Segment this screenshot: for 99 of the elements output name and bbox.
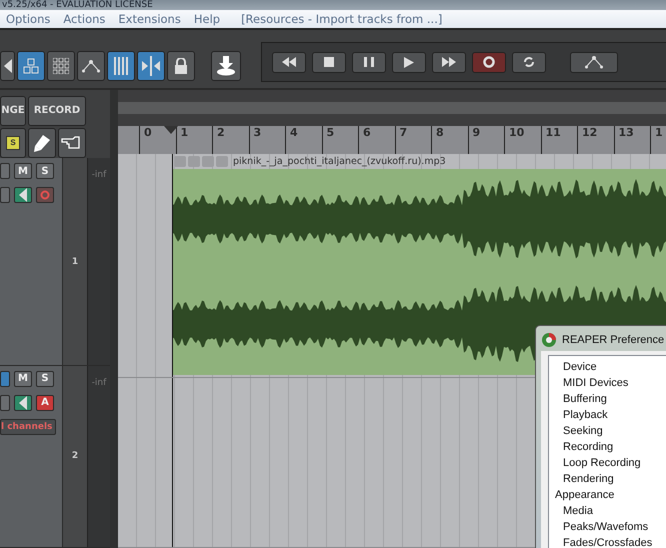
ruler-label: 11 <box>546 126 561 139</box>
transport-button[interactable] <box>512 52 546 72</box>
monitor-button[interactable] <box>14 394 32 411</box>
transport-button[interactable] <box>432 52 466 72</box>
app-logo-icon <box>541 332 557 348</box>
transport-button[interactable] <box>472 52 506 72</box>
toolbar-button[interactable] <box>17 51 45 81</box>
routing-button[interactable] <box>0 163 10 180</box>
tree-item[interactable]: Recording <box>563 439 666 455</box>
rewind-icon <box>282 57 296 67</box>
automation-button[interactable] <box>0 187 10 204</box>
lock-icon <box>174 58 188 74</box>
record-arm-button[interactable] <box>36 187 54 204</box>
ruler-label: 8 <box>436 126 444 139</box>
transport-button[interactable] <box>272 52 306 72</box>
tree-item[interactable]: Fades/Crossfades <box>563 535 666 548</box>
ruler-label: 9 <box>472 126 480 139</box>
tree-item[interactable]: Appearance <box>555 487 666 503</box>
pause-icon <box>364 57 374 67</box>
routing-button[interactable] <box>0 370 10 387</box>
mode-button[interactable]: NGE <box>0 96 26 126</box>
record-icon <box>483 56 495 68</box>
triangle-icon <box>19 396 27 410</box>
solo-toggle: S <box>6 136 20 150</box>
ruler-label: 2 <box>217 126 225 139</box>
menu-item[interactable]: Help <box>194 12 220 26</box>
solo-button[interactable]: S <box>36 370 54 387</box>
menu-item[interactable]: Extensions <box>118 12 181 26</box>
ruler-label: 5 <box>326 126 334 139</box>
mute-button[interactable]: M <box>14 370 32 387</box>
tree-item[interactable]: Loop Recording <box>563 455 666 471</box>
window-title: REAPER Preference <box>562 334 664 346</box>
transport-button[interactable] <box>570 52 618 72</box>
tool-button[interactable] <box>58 128 86 158</box>
media-item-name: piknik_-_ja_pochti_italjanec_(zvukoff.ru).mp3 <box>233 156 446 167</box>
toolbar-button[interactable] <box>137 51 165 81</box>
grid-icon <box>53 58 69 74</box>
track-number: 1 <box>72 256 78 266</box>
squares-icon <box>23 58 39 74</box>
tree-item[interactable]: Playback <box>563 407 666 423</box>
ruler-label: 6 <box>363 126 371 139</box>
tool-button[interactable] <box>28 128 56 158</box>
window-title: v5.25/x64 - EVALUATION LICENSE <box>2 1 153 10</box>
ruler-label: 4 <box>290 126 298 139</box>
menu-item[interactable]: Options <box>6 12 50 26</box>
audio-waveform[interactable] <box>172 168 666 375</box>
envelope-points-icon <box>585 55 603 69</box>
split-arrows-icon <box>142 56 160 76</box>
solo-button[interactable]: S <box>36 163 54 180</box>
mode-button[interactable]: RECORD <box>28 96 86 126</box>
ruler-label: 1 <box>180 126 188 139</box>
track-number: 2 <box>72 451 78 462</box>
transport-button[interactable] <box>312 52 346 72</box>
solo-tool-button[interactable]: S <box>0 128 26 158</box>
envelope-points-icon <box>82 59 100 73</box>
vertical-bars-icon <box>113 56 129 76</box>
record-arm-button[interactable]: A <box>36 394 54 411</box>
fast-forward-icon <box>442 57 456 67</box>
meter-reading: -inf <box>92 378 106 388</box>
mute-button[interactable]: M <box>14 163 32 180</box>
toolbar-button[interactable] <box>0 51 15 81</box>
monitor-button[interactable] <box>14 187 32 204</box>
triangle-icon <box>4 59 12 73</box>
tree-item[interactable]: Rendering <box>563 471 666 487</box>
item-icon <box>216 156 228 167</box>
ruler-label: 7 <box>400 126 408 139</box>
tree-item[interactable]: MIDI Devices <box>563 375 666 391</box>
automation-button[interactable] <box>0 394 10 411</box>
toolbar-button[interactable] <box>211 51 241 81</box>
pencil-icon <box>32 132 52 153</box>
tree-item[interactable]: Device <box>563 359 666 375</box>
stop-icon <box>324 57 334 67</box>
meter-reading: -inf <box>92 170 106 180</box>
triangle-icon <box>19 188 27 202</box>
menu-item[interactable]: Actions <box>63 12 106 26</box>
item-icon <box>202 156 214 167</box>
ruler-label: 13 <box>618 126 634 139</box>
tree-item[interactable]: Media <box>563 503 666 519</box>
ruler-label: 10 <box>509 126 524 139</box>
play-icon <box>404 56 414 68</box>
ruler-label: 0 <box>144 126 152 139</box>
toolbar-button[interactable] <box>167 51 195 81</box>
toolbar-button[interactable] <box>77 51 105 81</box>
ruler-label: 1 <box>655 126 663 139</box>
download-icon <box>216 56 236 76</box>
tree-item[interactable]: Seeking <box>563 423 666 439</box>
record-icon <box>40 190 50 200</box>
transport-button[interactable] <box>352 52 386 72</box>
tree-item[interactable]: Buffering <box>563 391 666 407</box>
item-icon <box>174 156 186 167</box>
menu-status-text: [Resources - Import tracks from ...] <box>241 12 442 26</box>
toolbar-button[interactable] <box>107 51 135 81</box>
repeat-icon <box>523 56 535 68</box>
ruler-label: 12 <box>582 126 598 139</box>
transport-button[interactable] <box>392 52 426 72</box>
tree-item[interactable]: Peaks/Wavefoms <box>563 519 666 535</box>
toolbar-button[interactable] <box>47 51 75 81</box>
item-icon <box>188 156 200 167</box>
ruler-label: 3 <box>254 126 262 139</box>
